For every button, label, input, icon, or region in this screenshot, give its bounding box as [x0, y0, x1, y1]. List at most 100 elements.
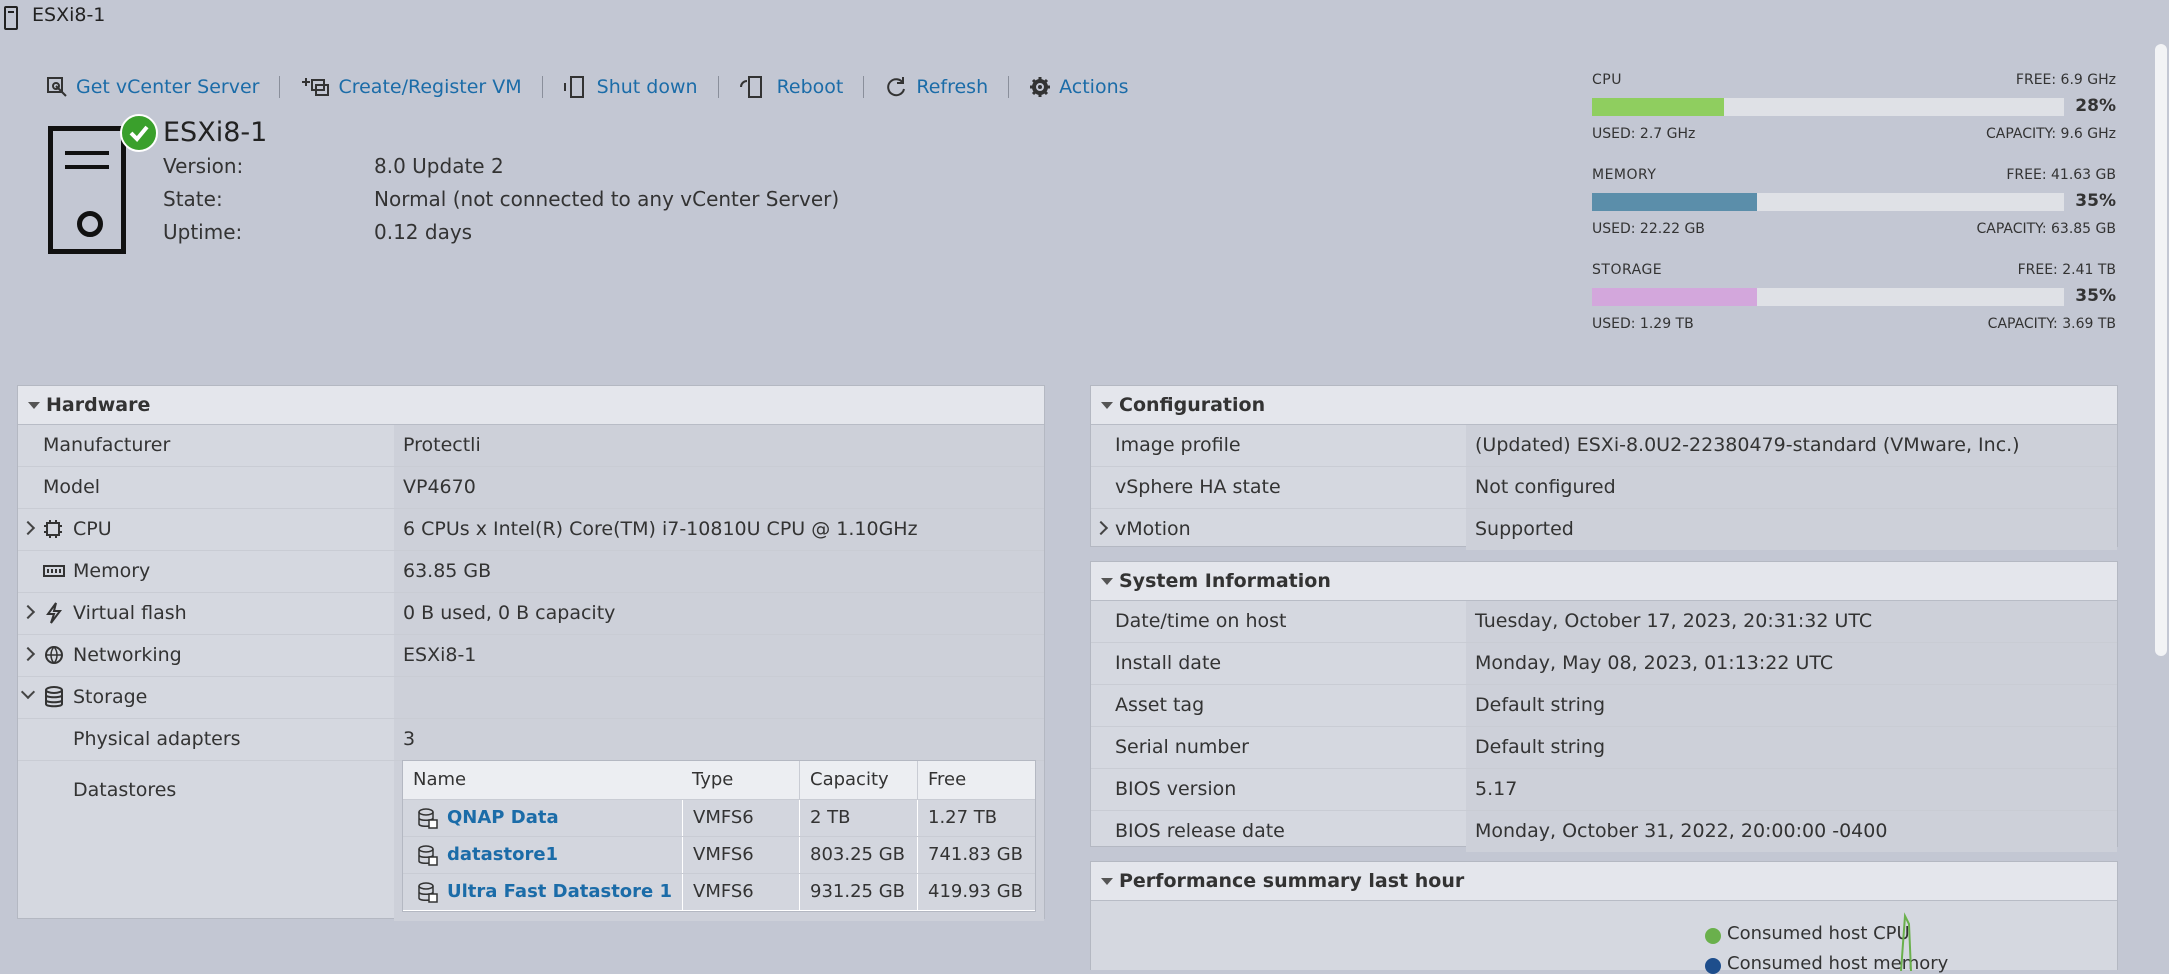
- uptime-value: 0.12 days: [374, 220, 473, 244]
- datastore-name-link[interactable]: Ultra Fast Datastore 1: [447, 874, 682, 910]
- cpu-value: 6 CPUs x Intel(R) Core(TM) i7-10810U CPU…: [403, 518, 918, 540]
- memory-meter: MEMORY FREE: 41.63 GB 35% USED: 22.22 GB…: [1592, 167, 2116, 237]
- datetime-label: Date/time on host: [1115, 610, 1287, 632]
- version-value: 8.0 Update 2: [374, 154, 504, 178]
- table-row[interactable]: datastore1 VMFS6 803.25 GB 741.83 GB: [403, 836, 1035, 873]
- column-header-name[interactable]: Name: [403, 761, 692, 799]
- model-label: Model: [43, 476, 101, 498]
- datastore-type: VMFS6: [683, 874, 799, 910]
- system-information-panel-header[interactable]: System Information: [1091, 562, 2117, 601]
- collapse-chevron-icon[interactable]: [20, 684, 36, 700]
- configuration-panel-header[interactable]: Configuration: [1091, 386, 2117, 425]
- configuration-panel: Configuration Image profile (Updated) ES…: [1090, 385, 2118, 550]
- column-header-capacity[interactable]: Capacity: [800, 761, 918, 799]
- vmotion-value: Supported: [1475, 518, 1574, 540]
- datastore-name-link[interactable]: QNAP Data: [447, 800, 682, 836]
- datastores-table: Name Type Capacity Free QNAP Data VMFS6 …: [402, 760, 1036, 912]
- networking-row[interactable]: Networking ESXi8-1: [18, 635, 1044, 677]
- toolbar-separator: [541, 76, 543, 98]
- datastore-capacity: 931.25 GB: [800, 874, 917, 910]
- networking-label: Networking: [73, 644, 182, 666]
- datastore-capacity: 2 TB: [800, 800, 917, 836]
- virtual-flash-row[interactable]: Virtual flash 0 B used, 0 B capacity: [18, 593, 1044, 635]
- install-date-row: Install date Monday, May 08, 2023, 01:13…: [1091, 643, 2117, 685]
- table-row[interactable]: Ultra Fast Datastore 1 VMFS6 931.25 GB 4…: [403, 873, 1035, 910]
- memory-bar-fill: [1592, 193, 1758, 211]
- networking-value: ESXi8-1: [403, 644, 477, 666]
- vmotion-row[interactable]: vMotion Supported: [1091, 509, 2117, 550]
- serial-number-value: Default string: [1475, 736, 1606, 758]
- virtual-flash-label: Virtual flash: [73, 602, 187, 624]
- datastore-free: 1.27 TB: [918, 800, 1035, 836]
- refresh-button[interactable]: Refresh: [872, 75, 1000, 99]
- storage-row[interactable]: Storage: [18, 677, 1044, 719]
- storage-percent: 35%: [2075, 286, 2116, 306]
- bios-release-date-label: BIOS release date: [1115, 820, 1285, 842]
- configuration-title: Configuration: [1119, 394, 1266, 416]
- hardware-panel-header[interactable]: Hardware: [18, 386, 1044, 425]
- bios-release-date-value: Monday, October 31, 2022, 20:00:00 -0400: [1475, 820, 1888, 842]
- refresh-label: Refresh: [916, 76, 989, 98]
- memory-module-icon: [43, 565, 65, 577]
- get-vcenter-button[interactable]: Get vCenter Server: [34, 76, 271, 98]
- cpu-usage-line: [1900, 912, 1912, 971]
- cpu-row[interactable]: CPU 6 CPUs x Intel(R) Core(TM) i7-10810U…: [18, 509, 1044, 551]
- toolbar-separator: [717, 76, 719, 98]
- datetime-value: Tuesday, October 17, 2023, 20:31:32 UTC: [1475, 610, 1873, 632]
- vcenter-icon: [47, 77, 67, 97]
- actions-label: Actions: [1059, 76, 1129, 98]
- expand-chevron-icon[interactable]: [1093, 520, 1109, 536]
- state-label: State:: [163, 187, 223, 211]
- table-row[interactable]: QNAP Data VMFS6 2 TB 1.27 TB: [403, 799, 1035, 836]
- memory-label: Memory: [73, 560, 151, 582]
- cpu-capacity: CAPACITY: 9.6 GHz: [1986, 126, 2116, 142]
- system-information-title: System Information: [1119, 570, 1331, 592]
- model-value: VP4670: [403, 476, 476, 498]
- expand-chevron-icon[interactable]: [20, 520, 36, 536]
- image-profile-value: (Updated) ESXi-8.0U2-22380479-standard (…: [1475, 434, 2020, 456]
- create-register-vm-label: Create/Register VM: [338, 76, 522, 98]
- create-vm-icon: [302, 78, 330, 96]
- actions-button[interactable]: Actions: [1017, 76, 1140, 98]
- expand-chevron-icon[interactable]: [20, 604, 36, 620]
- cpu-meter: CPU FREE: 6.9 GHz 28% USED: 2.7 GHz CAPA…: [1592, 72, 2116, 142]
- legend-consumed-cpu[interactable]: Consumed host CPU: [1727, 923, 1910, 944]
- cpu-chip-icon: [44, 520, 62, 538]
- uptime-label: Uptime:: [163, 220, 243, 244]
- vertical-scrollbar[interactable]: [2155, 44, 2167, 656]
- cpu-bar: [1592, 98, 2064, 116]
- vmotion-label: vMotion: [1115, 518, 1191, 540]
- reboot-button[interactable]: Reboot: [727, 75, 856, 99]
- cpu-legend-dot: [1705, 928, 1721, 944]
- image-profile-label: Image profile: [1115, 434, 1241, 456]
- reboot-icon: [739, 76, 762, 98]
- lightning-icon: [46, 602, 62, 624]
- cpu-label: CPU: [73, 518, 112, 540]
- database-icon: [45, 686, 63, 708]
- shut-down-label: Shut down: [596, 76, 698, 98]
- bios-version-value: 5.17: [1475, 778, 1518, 800]
- expand-chevron-icon[interactable]: [20, 646, 36, 662]
- memory-value: 63.85 GB: [403, 560, 492, 582]
- datastore-capacity: 803.25 GB: [800, 837, 917, 873]
- cpu-bar-fill: [1592, 98, 1725, 116]
- create-register-vm-button[interactable]: Create/Register VM: [288, 76, 533, 98]
- column-header-free[interactable]: Free: [918, 761, 1035, 799]
- toolbar-separator: [863, 76, 865, 98]
- collapse-caret-icon: [1101, 578, 1113, 585]
- shut-down-button[interactable]: Shut down: [551, 75, 710, 99]
- network-globe-icon: [45, 646, 63, 664]
- asset-tag-row: Asset tag Default string: [1091, 685, 2117, 727]
- manufacturer-row: Manufacturer Protectli: [18, 425, 1044, 467]
- column-header-type[interactable]: Type: [682, 761, 800, 799]
- physical-adapters-row: Physical adapters 3: [18, 719, 1044, 761]
- refresh-icon: [887, 77, 906, 97]
- performance-panel-header[interactable]: Performance summary last hour: [1091, 862, 2117, 901]
- install-date-label: Install date: [1115, 652, 1222, 674]
- collapse-caret-icon: [1101, 878, 1113, 885]
- datastore-type: VMFS6: [683, 800, 799, 836]
- datastore-name-link[interactable]: datastore1: [447, 837, 682, 873]
- storage-meter-label: STORAGE: [1592, 262, 1663, 278]
- ha-state-label: vSphere HA state: [1115, 476, 1281, 498]
- cpu-meter-label: CPU: [1592, 72, 1622, 88]
